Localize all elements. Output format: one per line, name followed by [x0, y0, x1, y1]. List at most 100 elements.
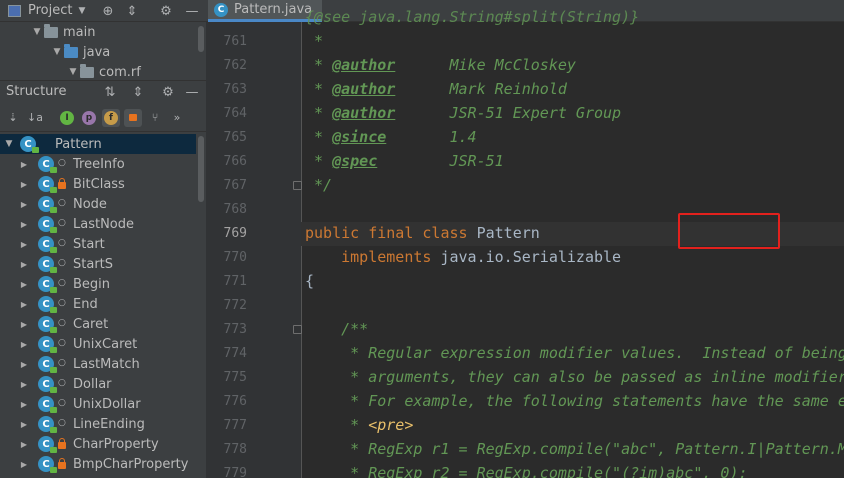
code-line: { [305, 272, 315, 290]
structure-item[interactable]: ▶ C ○ LineEnding [0, 414, 196, 434]
structure-panel-title[interactable]: Structure [6, 84, 66, 99]
code-line: * Regular expression modifier values. In… [305, 344, 844, 362]
structure-item[interactable]: ▶ C CharProperty [0, 434, 196, 454]
structure-item[interactable]: ▶ C ○ TreeInfo [0, 154, 196, 174]
structure-item[interactable]: ▶ C BmpCharProperty [0, 454, 196, 474]
line-number: 776 [223, 394, 247, 409]
collapsed-arrow-icon[interactable]: ▶ [17, 240, 31, 249]
expanded-arrow-icon[interactable]: ▼ [66, 67, 80, 77]
project-view-icon[interactable] [8, 5, 21, 17]
structure-root-pattern[interactable]: ▼ C Pattern [0, 134, 196, 154]
gear-icon[interactable]: ⚙ [158, 81, 178, 103]
tree-item-java[interactable]: ▼ java [50, 42, 110, 62]
structure-tree: ▼ C Pattern ▶ C ○ TreeInfo ▶ C BitClass ▶ C ○ Node… [0, 134, 196, 478]
structure-item[interactable]: ▶ C ○ Begin [0, 274, 196, 294]
collapsed-arrow-icon[interactable]: ▶ [17, 180, 31, 189]
package-private-icon: ○ [58, 318, 66, 328]
scrollbar-thumb[interactable] [198, 136, 204, 202]
package-private-icon: ○ [58, 158, 66, 168]
collapsed-arrow-icon[interactable]: ▶ [17, 200, 31, 209]
expanded-arrow-icon[interactable]: ▼ [50, 47, 64, 57]
locate-icon[interactable]: ⊕ [98, 0, 118, 22]
class-icon: C [38, 436, 57, 453]
align-icon[interactable]: ⇅ [100, 81, 120, 103]
class-icon: C [38, 396, 57, 413]
expanded-arrow-icon[interactable]: ▼ [30, 27, 44, 37]
collapsed-arrow-icon[interactable]: ▶ [17, 420, 31, 429]
sort-by-visibility-icon[interactable]: ⇣ [4, 109, 22, 127]
structure-item[interactable]: ▶ C ○ Caret [0, 314, 196, 334]
structure-item-label: BmpCharProperty [73, 456, 189, 472]
structure-item[interactable]: ▶ C ○ UnixCaret [0, 334, 196, 354]
structure-item[interactable]: ▶ C ○ End [0, 294, 196, 314]
package-icon [80, 63, 94, 78]
collapsed-arrow-icon[interactable]: ▶ [17, 380, 31, 389]
code-line: */ [305, 176, 333, 194]
line-number: 761 [223, 34, 247, 49]
tree-item-main[interactable]: ▼ main [30, 22, 95, 42]
collapse-icon[interactable]: ⇕ [122, 0, 142, 22]
code-line: * @spec JSR-51 [305, 152, 504, 170]
line-number: 775 [223, 370, 247, 385]
collapse-all-icon[interactable]: ⇕ [128, 81, 148, 103]
collapsed-arrow-icon[interactable]: ▶ [17, 460, 31, 469]
class-icon: C [38, 276, 57, 293]
minimize-icon[interactable]: — [182, 81, 202, 103]
structure-item[interactable]: ▶ C ○ StartS [0, 254, 196, 274]
class-icon: C [38, 316, 57, 333]
gear-icon[interactable]: ⚙ [156, 0, 176, 22]
chevron-down-icon[interactable]: ▼ [72, 0, 92, 22]
folder-icon [44, 23, 58, 38]
project-scrollbar[interactable] [196, 22, 206, 78]
tree-item-label: main [63, 24, 96, 40]
code-line: * RegExp r2 = RegExp.compile("(?im)abc",… [305, 464, 748, 478]
line-number: 763 [223, 82, 247, 97]
class-icon: C [38, 296, 57, 313]
collapsed-arrow-icon[interactable]: ▶ [17, 300, 31, 309]
structure-item[interactable]: ▶ C ○ LastMatch [0, 354, 196, 374]
class-icon: C [38, 416, 57, 433]
minimize-icon[interactable]: — [182, 0, 202, 22]
structure-item[interactable]: ▶ C BitClass [0, 174, 196, 194]
collapsed-arrow-icon[interactable]: ▶ [17, 320, 31, 329]
collapsed-arrow-icon[interactable]: ▶ [17, 340, 31, 349]
scrollbar-thumb[interactable] [198, 26, 204, 52]
show-inherited-icon[interactable]: I [58, 109, 76, 127]
tree-item-label: java [83, 44, 111, 60]
sort-alphabetically-icon[interactable]: ↓a [26, 109, 44, 127]
project-panel-title[interactable]: Project [28, 3, 72, 18]
structure-item[interactable]: ▶ C ○ UnixDollar [0, 394, 196, 414]
line-number: 778 [223, 442, 247, 457]
show-lambdas-icon[interactable]: ⑂ [146, 109, 164, 127]
class-icon: C [38, 176, 57, 193]
package-private-icon: ○ [58, 378, 66, 388]
collapsed-arrow-icon[interactable]: ▶ [17, 220, 31, 229]
expanded-arrow-icon[interactable]: ▼ [2, 139, 16, 149]
collapsed-arrow-icon[interactable]: ▶ [17, 360, 31, 369]
collapsed-arrow-icon[interactable]: ▶ [17, 260, 31, 269]
more-options-icon[interactable]: » [168, 109, 186, 127]
structure-item-label: BitClass [73, 176, 125, 192]
fold-marker-icon[interactable] [293, 325, 302, 334]
collapsed-arrow-icon[interactable]: ▶ [17, 400, 31, 409]
structure-scrollbar[interactable] [196, 134, 206, 478]
collapsed-arrow-icon[interactable]: ▶ [17, 280, 31, 289]
package-private-icon: ○ [58, 398, 66, 408]
structure-item[interactable]: ▶ C ○ Node [0, 194, 196, 214]
structure-item-label: Dollar [73, 376, 112, 392]
fold-marker-icon[interactable] [293, 181, 302, 190]
private-lock-icon [58, 458, 66, 469]
structure-item[interactable]: ▶ C ○ Start [0, 234, 196, 254]
class-icon: C [20, 136, 39, 153]
structure-item-label: Node [73, 196, 107, 212]
tree-item-com-rf[interactable]: ▼ com.rf [66, 62, 141, 78]
show-non-public-icon[interactable] [124, 108, 142, 127]
show-fields-icon[interactable]: f [102, 108, 120, 127]
show-properties-icon[interactable]: p [80, 109, 98, 127]
package-private-icon: ○ [58, 298, 66, 308]
structure-item-label: LineEnding [73, 416, 145, 432]
structure-item[interactable]: ▶ C ○ Dollar [0, 374, 196, 394]
collapsed-arrow-icon[interactable]: ▶ [17, 160, 31, 169]
structure-item[interactable]: ▶ C ○ LastNode [0, 214, 196, 234]
collapsed-arrow-icon[interactable]: ▶ [17, 440, 31, 449]
